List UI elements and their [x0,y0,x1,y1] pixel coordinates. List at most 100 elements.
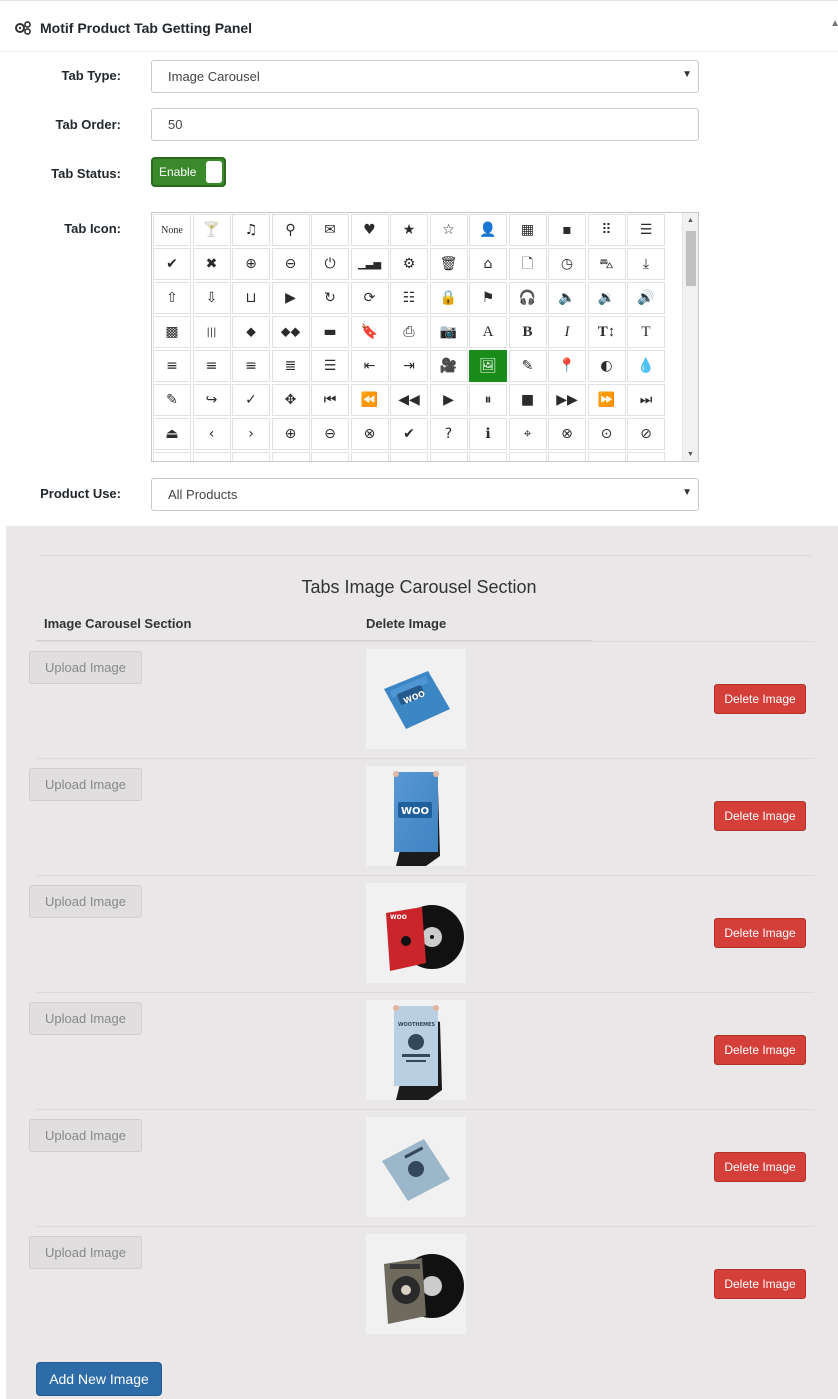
icon-option-time-icon[interactable]: ◷ [548,248,586,280]
icon-option-qrcode-icon[interactable]: ▩ [153,316,191,348]
icon-option-camera-icon[interactable]: 📷 [429,316,468,348]
icon-option-ok-icon[interactable]: ✔ [153,248,191,280]
icon-option-partial[interactable] [192,452,231,461]
icon-option-partial[interactable] [390,452,428,461]
icon-option-play-circle-icon[interactable]: ▶ [271,282,310,314]
icon-option-picture-icon[interactable]: 🖼 [469,350,507,382]
icon-option-envelope-icon[interactable]: ✉ [311,214,349,246]
icon-option-pause-icon[interactable]: ⏸ [469,384,507,416]
icon-option-headphones-icon[interactable]: 🎧 [508,282,547,314]
delete-image-button[interactable]: Delete Image [714,918,806,948]
icon-option-th-list-icon[interactable]: ☰ [627,214,665,246]
icon-option-print-icon[interactable]: ⎙ [390,316,428,348]
icon-option-zoom-out-icon[interactable]: ⊖ [271,248,310,280]
scroll-down-icon[interactable]: ▼ [687,451,694,458]
icon-option-book-icon[interactable]: ▬ [311,316,349,348]
icon-option-stop-icon[interactable]: ■ [508,384,547,416]
icon-option-bookmark-icon[interactable]: 🔖 [350,316,389,348]
icon-option-inbox-icon[interactable]: ⊔ [232,282,270,314]
icon-option-fast-forward-icon[interactable]: ⏩ [587,384,626,416]
icon-option-facetime-video-icon[interactable]: 🎥 [429,350,468,382]
icon-option-volume-down-icon[interactable]: 🔉 [587,282,626,314]
icon-option-tint-icon[interactable]: 💧 [627,350,665,382]
icon-option-text-width-icon[interactable]: T [627,316,665,348]
icon-option-search-icon[interactable]: ⚲ [271,214,310,246]
icon-option-road-icon[interactable]: ⛍ [587,248,626,280]
icon-option-none[interactable]: None [153,214,191,246]
icon-option-step-forward-icon[interactable]: ⏭ [627,384,665,416]
icon-picker[interactable]: None 🍸 ♫ ⚲ ✉ ♥ ★ ☆ 👤 ▦ ▪ ⠿ ☰ ✔ ✖ ⊕ ⊖ ⏻ ▁▃▅ ⚙ 🗑 ⌂ 🗋 ◷ ⛍ ⤓ ⇧ ⇩ ⊔ ▶ ↻ ⟳ ☷ 🔒 ⚑… [151,212,699,462]
delete-image-button[interactable]: Delete Image [714,1035,806,1065]
icon-option-question-sign-icon[interactable]: ? [429,418,468,450]
icon-option-fast-backward-icon[interactable]: ⏪ [350,384,389,416]
icon-option-font-icon[interactable]: A [469,316,507,348]
icon-option-ban-circle-icon[interactable]: ⊘ [627,418,665,450]
icon-option-partial[interactable] [587,452,626,461]
upload-image-button[interactable]: Upload Image [29,1236,142,1269]
icon-option-align-justify-icon[interactable]: ≣ [271,350,310,382]
upload-image-button[interactable]: Upload Image [29,768,142,801]
delete-image-button[interactable]: Delete Image [714,801,806,831]
upload-image-button[interactable]: Upload Image [29,1002,142,1035]
icon-option-play-icon[interactable]: ▶ [429,384,468,416]
icon-option-tags-icon[interactable]: ⬥⬥ [271,316,310,348]
icon-picker-scrollbar[interactable]: ▲ ▼ [682,213,698,461]
icon-option-plus-sign-icon[interactable]: ⊕ [271,418,310,450]
product-use-select[interactable]: All Products ▼ [151,478,699,511]
icon-option-upload-icon[interactable]: ⇧ [153,282,191,314]
icon-option-ok-circle-icon[interactable]: ⊙ [587,418,626,450]
icon-option-ok-sign-icon[interactable]: ✔ [390,418,428,450]
icon-option-share-icon[interactable]: ↪ [192,384,231,416]
scroll-up-icon[interactable]: ▲ [687,217,694,224]
icon-option-user-icon[interactable]: 👤 [469,214,507,246]
icon-option-volume-up-icon[interactable]: 🔊 [627,282,665,314]
icon-option-repeat-icon[interactable]: ↻ [311,282,349,314]
icon-option-eject-icon[interactable]: ⏏ [153,418,191,450]
icon-option-chevron-left-icon[interactable]: ‹ [192,418,231,450]
icon-option-barcode-icon[interactable]: ||| [192,316,231,348]
icon-option-indent-right-icon[interactable]: ⇥ [390,350,428,382]
icon-option-bold-icon[interactable]: B [508,316,547,348]
icon-option-chevron-right-icon[interactable]: › [232,418,270,450]
icon-option-tag-icon[interactable]: ⬥ [232,316,270,348]
icon-option-star-icon[interactable]: ★ [390,214,428,246]
icon-option-glass-icon[interactable]: 🍸 [192,214,231,246]
icon-option-indent-left-icon[interactable]: ⇤ [350,350,389,382]
icon-option-remove-icon[interactable]: ✖ [192,248,231,280]
icon-option-align-center-icon[interactable]: ≡ [192,350,231,382]
icon-option-partial[interactable] [429,452,468,461]
icon-option-zoom-in-icon[interactable]: ⊕ [232,248,270,280]
upload-image-button[interactable]: Upload Image [29,651,142,684]
tab-status-toggle[interactable]: Enable [151,157,226,187]
icon-option-italic-icon[interactable]: I [548,316,586,348]
icon-option-download-icon[interactable]: ⇩ [192,282,231,314]
icon-option-forward-icon[interactable]: ▶▶ [548,384,586,416]
icon-option-partial[interactable] [311,452,349,461]
icon-option-cog-icon[interactable]: ⚙ [390,248,428,280]
icon-option-off-icon[interactable]: ⏻ [311,248,349,280]
icon-option-minus-sign-icon[interactable]: ⊖ [311,418,349,450]
icon-option-partial[interactable] [469,452,507,461]
icon-option-backward-icon[interactable]: ◀◀ [390,384,428,416]
icon-option-trash-icon[interactable]: 🗑 [429,248,468,280]
tab-type-select[interactable]: Image Carousel ▼ [151,60,699,93]
upload-image-button[interactable]: Upload Image [29,885,142,918]
icon-option-star-empty-icon[interactable]: ☆ [429,214,468,246]
icon-option-th-large-icon[interactable]: ▪ [548,214,586,246]
icon-option-th-icon[interactable]: ⠿ [587,214,626,246]
icon-option-text-height-icon[interactable]: T↕ [587,316,626,348]
icon-option-partial[interactable] [232,452,270,461]
icon-option-list-alt-icon[interactable]: ☷ [390,282,428,314]
icon-option-partial[interactable] [153,452,191,461]
icon-option-file-icon[interactable]: 🗋 [508,248,547,280]
icon-option-adjust-icon[interactable]: ◐ [587,350,626,382]
icon-option-lock-icon[interactable]: 🔒 [429,282,468,314]
icon-option-flag-icon[interactable]: ⚑ [469,282,507,314]
icon-option-pencil-icon[interactable]: ✎ [508,350,547,382]
icon-option-partial[interactable] [548,452,586,461]
icon-option-move-icon[interactable]: ✥ [271,384,310,416]
icon-option-partial[interactable] [271,452,310,461]
icon-option-heart-icon[interactable]: ♥ [350,214,389,246]
icon-option-music-icon[interactable]: ♫ [232,214,270,246]
scroll-thumb[interactable] [686,231,696,286]
